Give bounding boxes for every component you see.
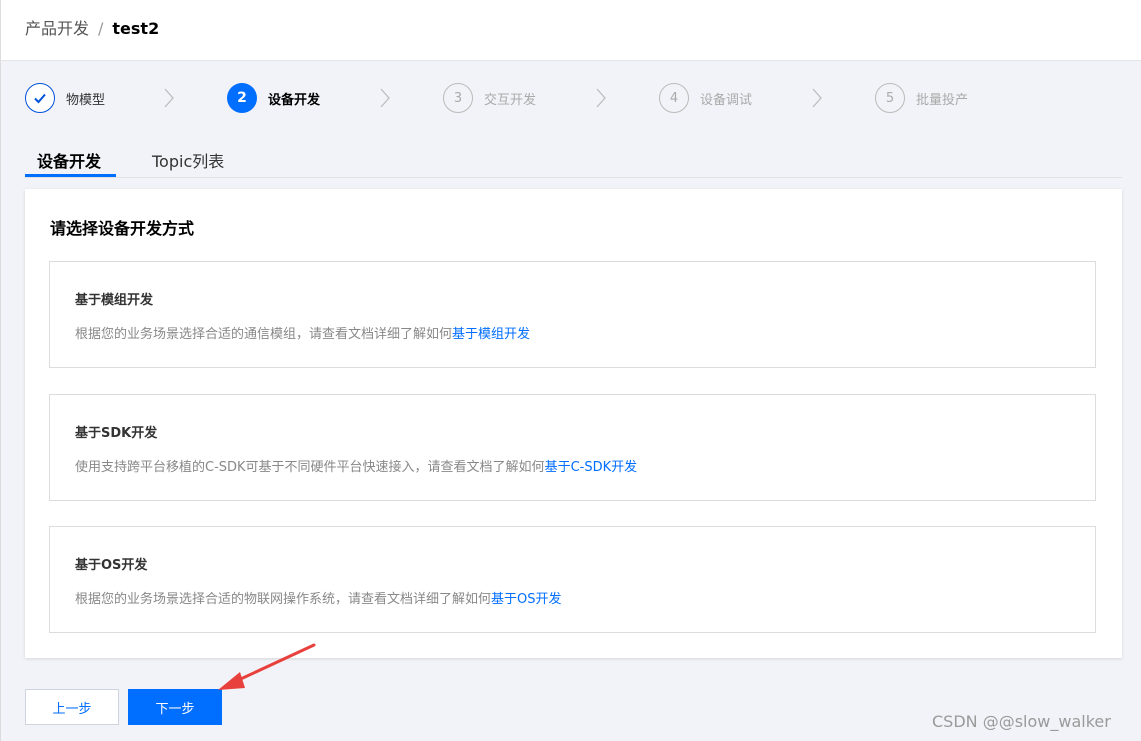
tab-active-indicator [25, 174, 116, 177]
panel-title: 请选择设备开发方式 [50, 219, 195, 238]
doc-link[interactable]: 基于OS开发 [491, 592, 562, 607]
option-module-dev[interactable]: 基于模组开发 根据您的业务场景选择合适的通信模组，请查看文档详细了解如何基于模组… [49, 261, 1096, 368]
step-device-dev[interactable]: 2 设备开发 [227, 82, 320, 114]
page-header: 产品开发 / test2 [0, 0, 1141, 61]
option-title: 基于SDK开发 [75, 426, 158, 441]
option-desc-text: 根据您的业务场景选择合适的物联网操作系统，请查看文档详细了解如何 [75, 592, 492, 607]
step-label: 设备开发 [268, 92, 321, 108]
chevron-right-icon [812, 88, 822, 108]
prev-step-button[interactable]: 上一步 [25, 689, 119, 725]
chevron-right-icon [380, 88, 390, 108]
option-description: 根据您的业务场景选择合适的物联网操作系统，请查看文档详细了解如何基于OS开发 [75, 588, 562, 607]
check-icon [25, 83, 55, 113]
breadcrumb: 产品开发 / test2 [25, 18, 159, 40]
option-title: 基于OS开发 [75, 558, 148, 573]
step-label: 批量投产 [916, 92, 969, 108]
step-number: 3 [443, 83, 473, 113]
option-desc-text: 使用支持跨平台移植的C-SDK可基于不同硬件平台快速接入，请查看文档了解如何 [75, 460, 545, 475]
breadcrumb-parent[interactable]: 产品开发 [25, 19, 89, 38]
option-description: 根据您的业务场景选择合适的通信模组，请查看文档详细了解如何基于模组开发 [75, 323, 530, 342]
step-device-debug[interactable]: 4 设备调试 [659, 82, 752, 114]
step-number: 2 [227, 83, 257, 113]
annotation-arrow-icon [218, 643, 316, 690]
step-number: 5 [875, 83, 905, 113]
chevron-right-icon [164, 88, 174, 108]
doc-link[interactable]: 基于C-SDK开发 [545, 460, 638, 475]
step-label: 物模型 [66, 92, 106, 108]
option-description: 使用支持跨平台移植的C-SDK可基于不同硬件平台快速接入，请查看文档了解如何基于… [75, 456, 637, 475]
option-desc-text: 根据您的业务场景选择合适的通信模组，请查看文档详细了解如何 [75, 327, 453, 342]
tab-device-dev[interactable]: 设备开发 [37, 148, 101, 172]
step-number: 4 [659, 83, 689, 113]
next-step-button[interactable]: 下一步 [128, 689, 222, 725]
dev-method-panel: 请选择设备开发方式 基于模组开发 根据您的业务场景选择合适的通信模组，请查看文档… [25, 189, 1122, 658]
watermark: CSDN @@slow_walker [932, 712, 1111, 731]
chevron-right-icon [596, 88, 606, 108]
step-label: 交互开发 [484, 92, 537, 108]
step-interaction-dev[interactable]: 3 交互开发 [443, 82, 536, 114]
tab-bar: 设备开发 Topic列表 [25, 140, 1122, 178]
step-label: 设备调试 [700, 92, 753, 108]
step-mass-production[interactable]: 5 批量投产 [875, 82, 968, 114]
option-os-dev[interactable]: 基于OS开发 根据您的业务场景选择合适的物联网操作系统，请查看文档详细了解如何基… [49, 526, 1096, 633]
doc-link[interactable]: 基于模组开发 [452, 327, 530, 342]
option-sdk-dev[interactable]: 基于SDK开发 使用支持跨平台移植的C-SDK可基于不同硬件平台快速接入，请查看… [49, 394, 1096, 501]
breadcrumb-separator: / [98, 19, 104, 38]
tab-topic-list[interactable]: Topic列表 [152, 148, 224, 172]
left-border [0, 0, 1, 741]
breadcrumb-current: test2 [112, 19, 160, 38]
option-title: 基于模组开发 [75, 293, 154, 308]
step-thing-model[interactable]: 物模型 [25, 82, 105, 114]
